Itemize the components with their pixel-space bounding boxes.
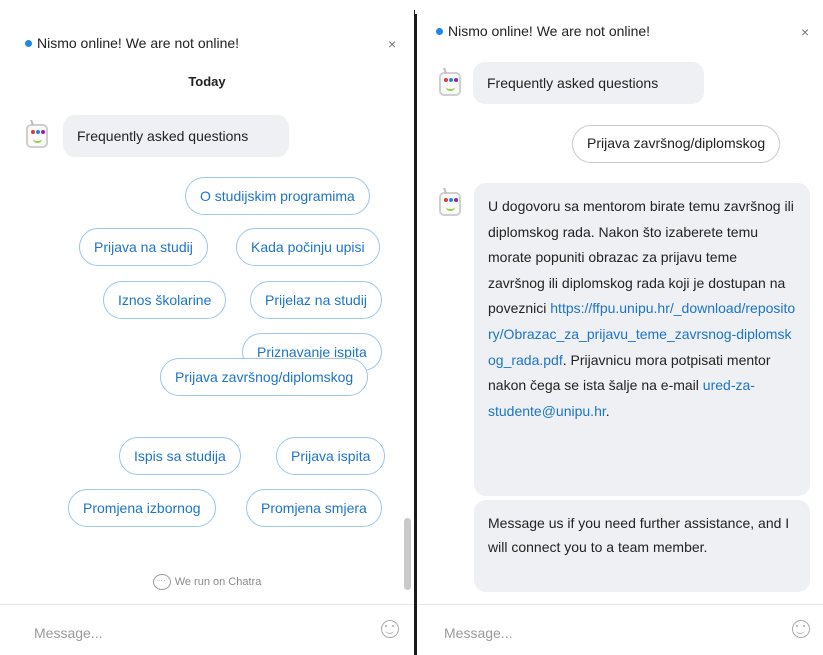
bot-avatar-icon [439, 68, 461, 96]
quick-reply-enrollment-start[interactable]: Kada počinju upisi [236, 228, 380, 266]
bot-answer-bubble: U dogovoru sa mentorom birate temu završ… [474, 183, 810, 496]
status-text: Nismo online! We are not online! [37, 35, 240, 51]
chat-panel-left: Nismo online! We are not online! × Today… [0, 0, 414, 655]
bot-avatar-icon [439, 188, 461, 216]
answer-text: U dogovoru sa mentorom birate temu završ… [488, 198, 794, 317]
status-dot-icon [436, 28, 443, 35]
answer-end: . [605, 402, 610, 419]
close-icon[interactable]: × [801, 24, 809, 40]
followup-message-bubble: Message us if you need further assistanc… [474, 500, 810, 592]
user-message-bubble: Prijava završnog/diplomskog [572, 125, 781, 163]
quick-reply-thesis-registration[interactable]: Prijava završnog/diplomskog [160, 358, 369, 396]
powered-by[interactable]: ··· We run on Chatra [0, 574, 414, 590]
faq-message-bubble: Frequently asked questions [473, 62, 704, 104]
composer-divider [0, 604, 414, 605]
quick-reply-withdrawal[interactable]: Ispis sa studija [119, 437, 241, 475]
chat-header: Nismo online! We are not online! × [418, 16, 823, 46]
message-input[interactable] [444, 618, 764, 648]
status-dot-icon [25, 40, 32, 47]
quick-reply-major-change[interactable]: Promjena smjera [246, 489, 382, 527]
smiley-icon[interactable] [792, 620, 810, 638]
quick-reply-apply[interactable]: Prijava na studij [79, 228, 208, 266]
panel-divider [414, 14, 417, 655]
close-icon[interactable]: × [388, 36, 396, 52]
faq-message-bubble: Frequently asked questions [63, 115, 289, 157]
chat-header: Nismo online! We are not online! × [0, 28, 414, 58]
composer-divider [418, 604, 823, 605]
message-input[interactable] [34, 618, 354, 648]
quick-reply-elective-change[interactable]: Promjena izbornog [68, 489, 216, 527]
quick-reply-transfer[interactable]: Prijelaz na studij [250, 281, 382, 319]
powered-by-label: We run on Chatra [174, 575, 262, 588]
quick-reply-study-programs[interactable]: O studijskim programima [185, 177, 370, 215]
bot-avatar-icon [26, 120, 48, 148]
quick-reply-tuition[interactable]: Iznos školarine [103, 281, 227, 319]
quick-reply-exam-registration[interactable]: Prijava ispita [276, 437, 386, 475]
status-text: Nismo online! We are not online! [448, 23, 651, 39]
date-separator: Today [188, 74, 226, 89]
smiley-icon[interactable] [381, 620, 399, 638]
chatra-logo-icon: ··· [152, 574, 171, 590]
